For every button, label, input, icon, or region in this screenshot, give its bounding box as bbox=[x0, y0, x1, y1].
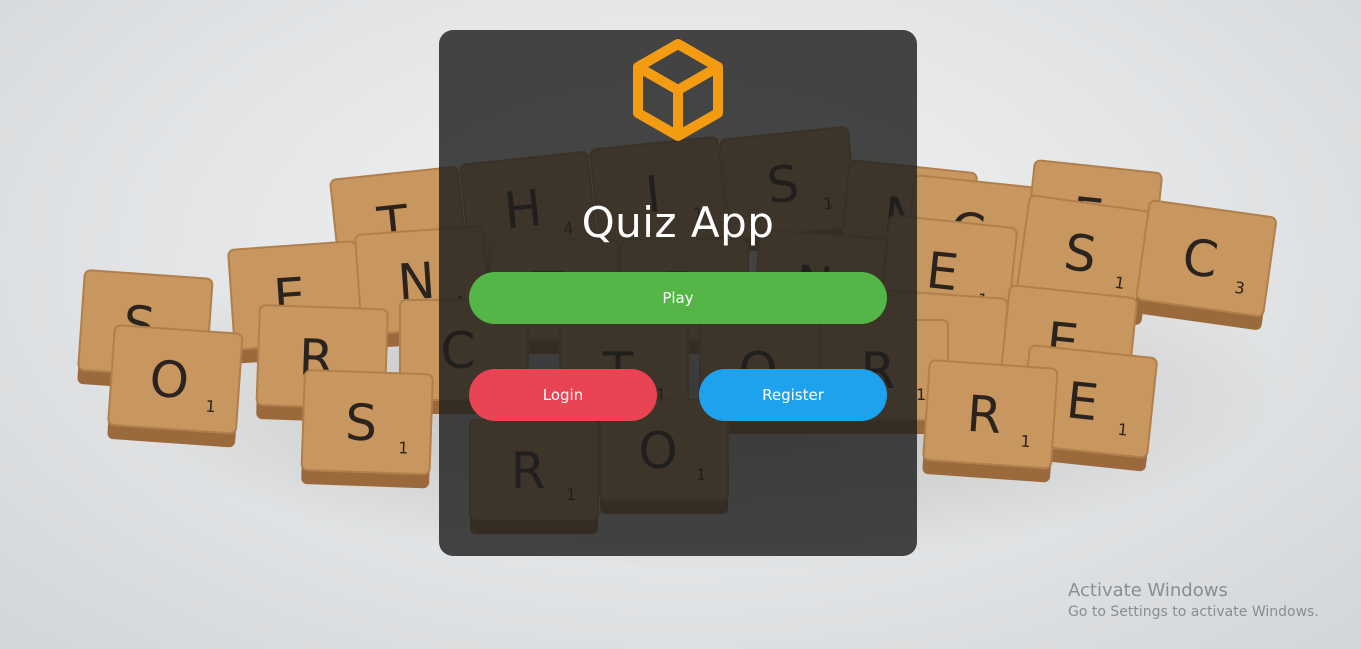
watermark-title: Activate Windows bbox=[1068, 580, 1228, 601]
activate-windows-watermark: Activate Windows Go to Settings to activ… bbox=[1068, 580, 1319, 622]
svg-text:1: 1 bbox=[205, 397, 216, 417]
watermark-subtitle: Go to Settings to activate Windows. bbox=[1068, 604, 1319, 620]
svg-text:1: 1 bbox=[916, 385, 926, 404]
svg-text:E: E bbox=[1064, 371, 1101, 432]
play-button-label: Play bbox=[662, 289, 694, 307]
login-button[interactable]: Login bbox=[469, 369, 657, 421]
svg-text:1: 1 bbox=[1117, 420, 1129, 440]
svg-text:R: R bbox=[965, 385, 1004, 445]
register-button-label: Register bbox=[762, 386, 824, 404]
cube-icon bbox=[633, 39, 723, 141]
quiz-card: Quiz App Play Login Register bbox=[439, 30, 917, 556]
app-title: Quiz App bbox=[581, 198, 775, 247]
scrabble-tile: S1 bbox=[300, 369, 434, 489]
scrabble-tile: R1 bbox=[922, 359, 1059, 483]
svg-text:O: O bbox=[148, 350, 191, 411]
svg-text:1: 1 bbox=[1020, 432, 1031, 452]
login-button-label: Login bbox=[542, 386, 584, 404]
play-button[interactable]: Play bbox=[469, 272, 887, 324]
svg-text:S: S bbox=[344, 393, 378, 452]
scrabble-tile: O1 bbox=[107, 324, 244, 448]
svg-text:1: 1 bbox=[398, 438, 409, 457]
register-button[interactable]: Register bbox=[699, 369, 887, 421]
scrabble-tile: C3 bbox=[1134, 199, 1277, 330]
